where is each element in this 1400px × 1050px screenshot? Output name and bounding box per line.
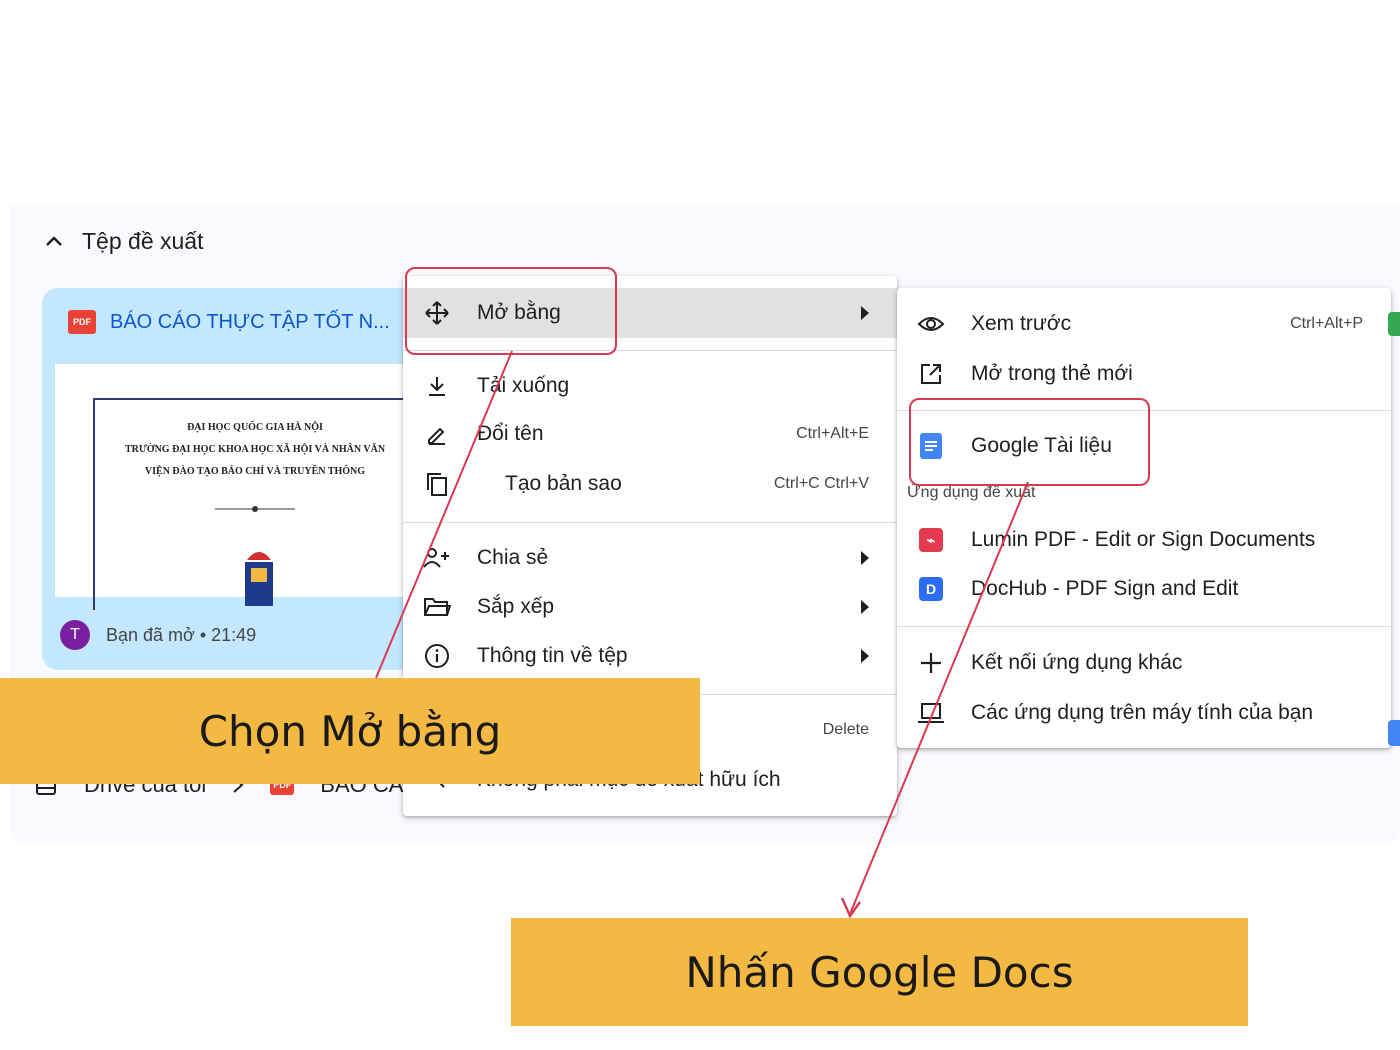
- menu-item-make-copy[interactable]: Tạo bản sao Ctrl+C Ctrl+V: [403, 460, 897, 508]
- divider: [403, 522, 897, 523]
- ornament-divider: [215, 506, 295, 512]
- menu-item-preview[interactable]: Xem trước Ctrl+Alt+P: [897, 300, 1391, 348]
- file-card-meta: T Bạn đã mở • 21:49: [60, 620, 256, 650]
- section-header[interactable]: Tệp đề xuất: [44, 228, 203, 255]
- edge-fragment: [1388, 720, 1400, 746]
- chevron-right-icon: [861, 600, 869, 614]
- menu-item-connect-apps[interactable]: Kết nối ứng dụng khác: [897, 639, 1391, 687]
- section-title: Tệp đề xuất: [82, 228, 204, 254]
- chevron-up-icon[interactable]: [44, 232, 64, 252]
- menu-item-share[interactable]: Chia sẻ: [403, 534, 897, 582]
- avatar: T: [60, 620, 90, 650]
- menu-item-label: Lumin PDF - Edit or Sign Documents: [971, 528, 1316, 551]
- edge-fragment: [1388, 312, 1400, 336]
- doc-line: ĐẠI HỌC QUỐC GIA HÀ NỘI: [187, 422, 323, 433]
- menu-item-download[interactable]: Tải xuống: [403, 362, 897, 410]
- lumin-pdf-icon: ⌁: [917, 526, 945, 554]
- callout-step-1: Chọn Mở bằng: [0, 678, 700, 784]
- doc-line: TRƯỜNG ĐẠI HỌC KHOA HỌC XÃ HỘI VÀ NHÂN V…: [124, 444, 386, 455]
- menu-item-dochub[interactable]: D DocHub - PDF Sign and Edit: [897, 565, 1391, 613]
- chevron-right-icon: [861, 551, 869, 565]
- menu-item-file-info[interactable]: Thông tin về tệp: [403, 632, 897, 680]
- copy-icon: [423, 470, 451, 498]
- university-logo: [245, 552, 273, 606]
- plus-icon: [917, 649, 945, 677]
- annotation-box-google-docs: [909, 398, 1150, 486]
- menu-item-rename[interactable]: Đổi tên Ctrl+Alt+E: [403, 410, 897, 458]
- annotation-box-open-with: [405, 267, 617, 355]
- menu-item-label: Mở trong thẻ mới: [971, 362, 1133, 385]
- menu-item-label: Tạo bản sao: [505, 472, 622, 495]
- open-in-new-icon: [917, 360, 945, 388]
- suggested-apps-label: Ứng dụng đề xuất: [907, 484, 1036, 501]
- menu-item-label: Các ứng dụng trên máy tính của bạn: [971, 701, 1314, 724]
- shortcut-text: Ctrl+Alt+E: [796, 425, 869, 442]
- open-with-submenu: Xem trước Ctrl+Alt+P Mở trong thẻ mới Go…: [897, 288, 1391, 748]
- shortcut-text: Ctrl+Alt+P: [1290, 315, 1363, 332]
- info-icon: [423, 642, 451, 670]
- chevron-right-icon: [861, 649, 869, 663]
- pencil-icon: [423, 420, 451, 448]
- menu-item-label: Chia sẻ: [477, 546, 549, 569]
- menu-item-open-new-tab[interactable]: Mở trong thẻ mới: [897, 350, 1391, 398]
- last-opened-text: Bạn đã mở • 21:49: [106, 624, 257, 645]
- eye-icon: [917, 310, 945, 338]
- menu-item-desktop-apps[interactable]: Các ứng dụng trên máy tính của bạn: [897, 689, 1391, 737]
- file-card-title[interactable]: PDF BÁO CÁO THỰC TẬP TỐT N...: [68, 310, 390, 334]
- laptop-icon: [917, 699, 945, 727]
- shortcut-text: Ctrl+C Ctrl+V: [773, 475, 869, 492]
- folder-open-icon: [423, 593, 451, 621]
- menu-item-label: Đổi tên: [477, 422, 544, 445]
- pdf-icon: PDF: [68, 310, 96, 334]
- file-name: BÁO CÁO THỰC TẬP TỐT N...: [110, 310, 390, 333]
- menu-item-label: Xem trước: [971, 312, 1072, 335]
- doc-line: VIỆN ĐÀO TẠO BÁO CHÍ VÀ TRUYỀN THÔNG: [144, 466, 366, 477]
- dochub-icon: D: [917, 575, 945, 603]
- menu-item-label: Kết nối ứng dụng khác: [971, 651, 1183, 674]
- chevron-right-icon: [861, 306, 869, 320]
- menu-item-organize[interactable]: Sắp xếp: [403, 583, 897, 631]
- menu-item-label: Tải xuống: [477, 374, 570, 397]
- document-preview: ĐẠI HỌC QUỐC GIA HÀ NỘI TRƯỜNG ĐẠI HỌC K…: [93, 398, 417, 610]
- shortcut-text: Delete: [822, 721, 869, 738]
- arrow-head-icon: [840, 897, 861, 919]
- menu-item-label: Sắp xếp: [477, 595, 555, 618]
- download-icon: [423, 372, 451, 400]
- divider: [897, 626, 1391, 627]
- menu-item-label: Thông tin về tệp: [477, 644, 628, 667]
- menu-item-label: DocHub - PDF Sign and Edit: [971, 577, 1239, 600]
- file-thumbnail[interactable]: ĐẠI HỌC QUỐC GIA HÀ NỘI TRƯỜNG ĐẠI HỌC K…: [55, 364, 417, 610]
- menu-item-lumin-pdf[interactable]: ⌁ Lumin PDF - Edit or Sign Documents: [897, 516, 1391, 564]
- file-card[interactable]: PDF BÁO CÁO THỰC TẬP TỐT N... ĐẠI HỌC QU…: [42, 288, 422, 670]
- callout-step-2: Nhấn Google Docs: [511, 918, 1248, 1026]
- person-add-icon: [423, 544, 451, 572]
